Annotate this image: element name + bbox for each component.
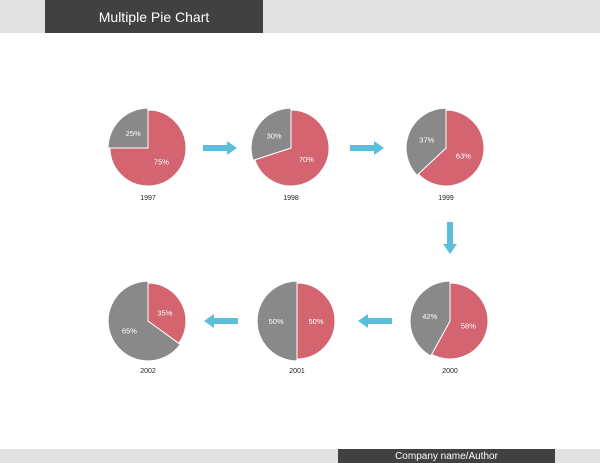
pie-label-1999-red: 63% [456,152,471,161]
pie-year-label-2002: 2002 [140,368,156,375]
multiple-pie-chart: 25% 75% 1997 30% 70% 1998 37% 63% 1999 42% 58% 2000… [107,107,489,375]
arrow-1998-1999 [350,141,384,155]
pie-year-label-1997: 1997 [140,195,156,202]
pie-label-2000-gray: 42% [422,312,437,321]
pie-year-label-2000: 2000 [442,368,458,375]
arrow-1997-1998 [203,141,237,155]
arrow-2001-2002 [204,314,238,328]
pie-label-1998-red: 70% [299,155,314,164]
pie-year-label-1998: 1998 [283,195,299,202]
pie-label-1997-gray: 25% [126,129,141,138]
pie-label-1997-red: 75% [154,157,169,166]
footer-author: Company name/Author [338,449,555,463]
pie-label-2001-red: 50% [308,317,323,326]
pie-label-2002-gray: 65% [122,326,137,335]
pie-slice-1997-gray [107,107,149,149]
arrow-1999-2000 [443,222,457,254]
arrow-2000-2001 [358,314,392,328]
pie-label-2002-red: 35% [157,308,172,317]
pie-label-1999-gray: 37% [419,136,434,145]
pie-year-label-1999: 1999 [438,195,454,202]
pie-year-label-2001: 2001 [289,368,305,375]
pie-label-2000-red: 58% [461,322,476,331]
pie-label-1998-gray: 30% [267,132,282,141]
pie-label-2001-gray: 50% [269,317,284,326]
